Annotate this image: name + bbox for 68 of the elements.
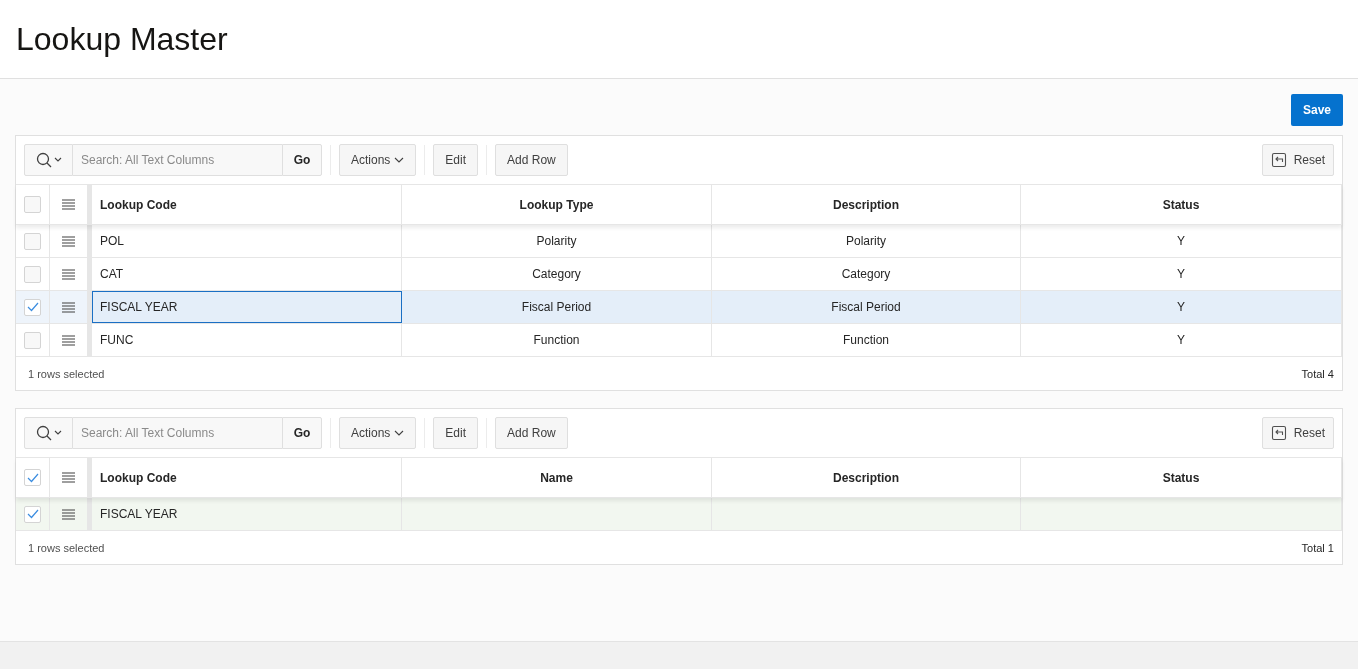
edit-button[interactable]: Edit [433,144,479,176]
table-cell: CAT [92,258,402,290]
page-title: Lookup Master [16,20,228,58]
table-cell: Polarity [712,225,1021,257]
table-cell: Fiscal Period [712,291,1021,323]
total-count: Total 1 [1301,541,1334,554]
table-cell: Function [402,324,712,356]
edit-button[interactable]: Edit [433,417,479,449]
total-count: Total 4 [1301,367,1334,380]
reset-button[interactable]: Reset [1261,144,1334,176]
add-row-button[interactable]: Add Row [495,417,568,449]
search-icon [35,152,62,168]
save-button[interactable]: Save [1290,94,1343,126]
column-header[interactable]: Status [1021,458,1342,497]
column-header[interactable]: Description [712,185,1021,224]
selection-count: 1 rows selected [28,541,105,554]
column-header[interactable]: Lookup Code [92,185,402,224]
go-button[interactable]: Go [282,144,322,176]
table-cell: Y [1021,324,1342,356]
table-cell: Function [712,324,1021,356]
row-checkbox[interactable] [24,505,41,523]
search-field[interactable]: Search: All Text Columns [73,417,282,449]
hamburger-icon[interactable] [62,508,75,520]
search-column-button[interactable] [24,144,73,176]
undo-icon [1270,152,1287,168]
column-header[interactable]: Lookup Code [92,458,402,497]
check-icon [26,509,39,519]
hamburger-icon [62,199,75,210]
table-cell: Y [1021,225,1342,257]
check-icon [26,472,39,483]
table-cell: Category [402,258,712,290]
selection-count: 1 rows selected [28,367,105,380]
table-cell: FISCAL YEAR [92,498,402,530]
caret-icon [394,157,405,163]
table-cell: Y [1021,258,1342,290]
table-cell: Y [1021,291,1342,323]
caret-icon [394,430,405,436]
table-cell: POL [92,225,402,257]
search-column-button[interactable] [24,417,73,449]
table-cell: Category [712,258,1021,290]
column-header[interactable]: Name [402,458,712,497]
add-row-button[interactable]: Add Row [495,144,568,176]
row-checkbox[interactable] [24,298,41,316]
go-button[interactable]: Go [282,417,322,449]
hamburger-icon[interactable] [62,268,75,280]
column-header[interactable]: Status [1021,185,1342,224]
undo-icon [1270,425,1287,441]
search-field[interactable]: Search: All Text Columns [73,144,282,176]
hamburger-icon[interactable] [62,235,75,247]
table-cell: FUNC [92,324,402,356]
check-icon [26,302,39,312]
table-cell: Polarity [402,225,712,257]
row-checkbox[interactable] [24,265,41,283]
table-cell: Fiscal Period [402,291,712,323]
actions-menu-button[interactable]: Actions [339,417,417,449]
row-checkbox[interactable] [24,331,41,349]
column-header[interactable]: Lookup Type [402,185,712,224]
column-header[interactable]: Description [712,458,1021,497]
hamburger-icon[interactable] [62,301,75,313]
table-cell: FISCAL YEAR [92,291,402,323]
select-all-checkbox[interactable] [24,469,41,486]
hamburger-icon[interactable] [62,334,75,346]
actions-menu-button[interactable]: Actions [339,144,417,176]
hamburger-icon [62,472,75,483]
search-icon [35,425,62,441]
select-all-checkbox[interactable] [24,196,41,213]
row-checkbox[interactable] [24,232,41,250]
reset-button[interactable]: Reset [1261,417,1334,449]
